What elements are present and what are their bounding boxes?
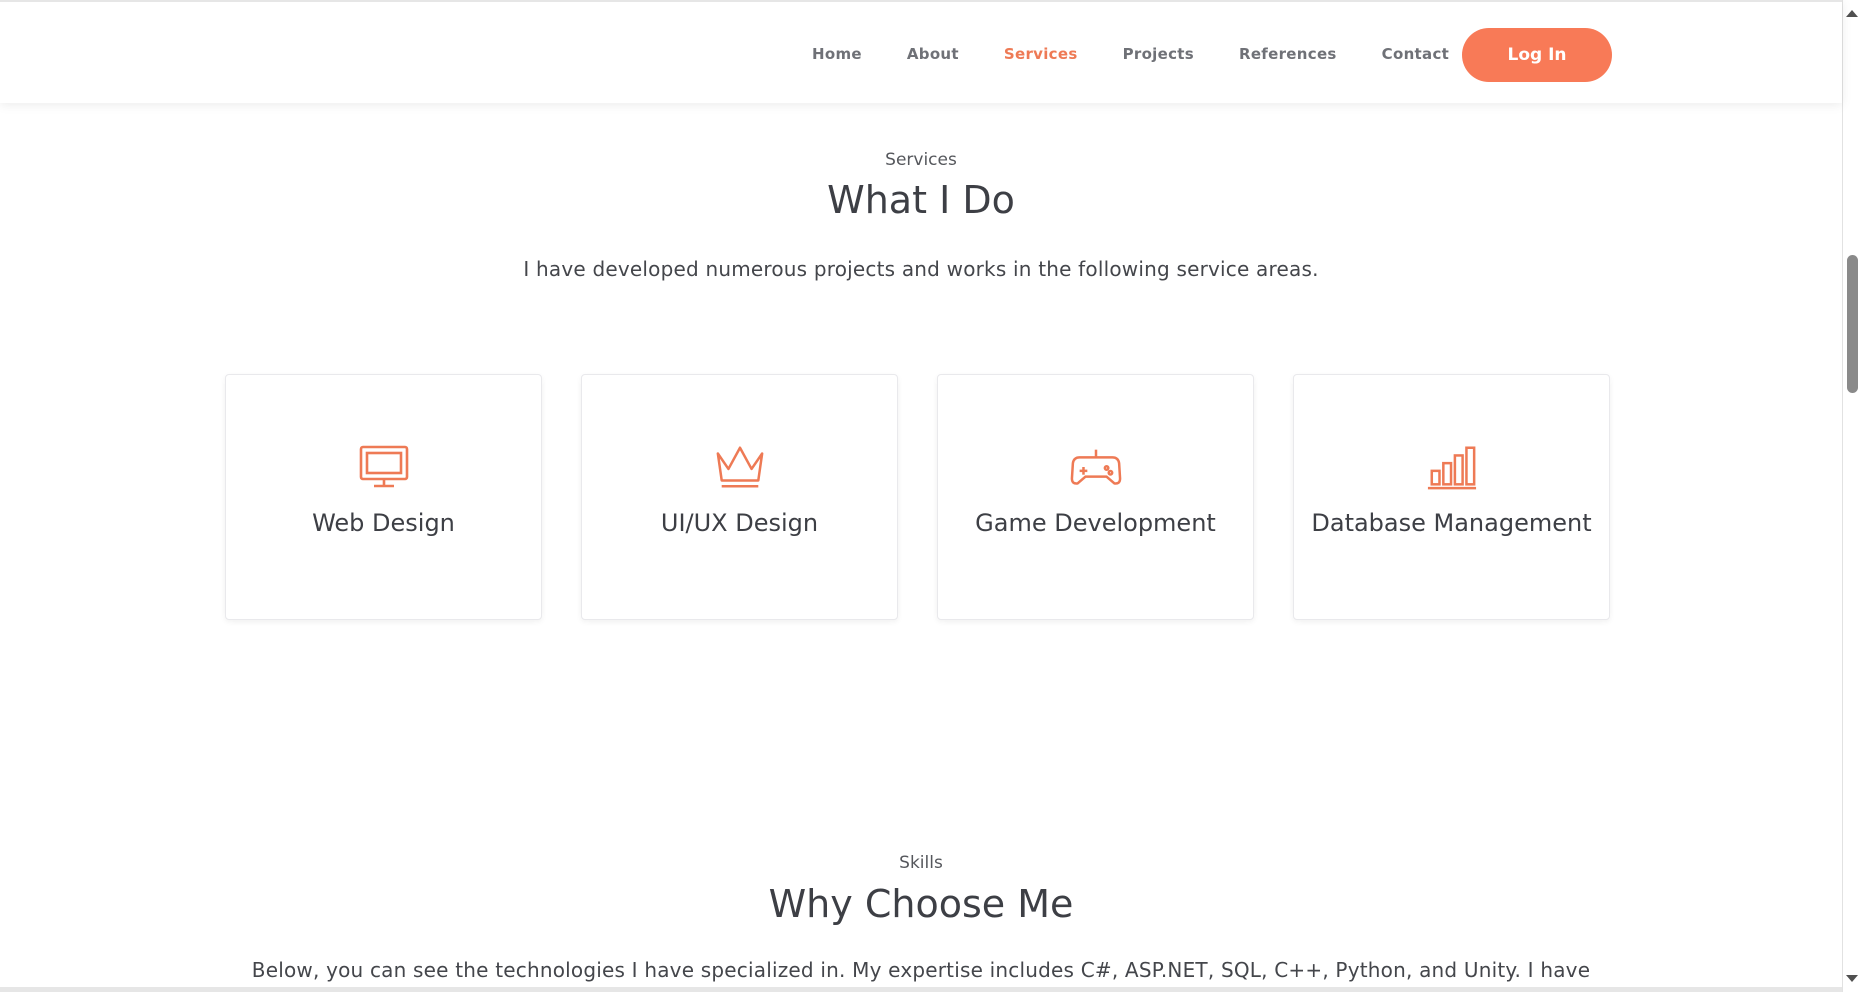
service-card-game-development[interactable]: Game Development xyxy=(937,374,1254,620)
scroll-thumb[interactable] xyxy=(1847,255,1858,393)
service-card-label: UI/UX Design xyxy=(660,509,819,537)
service-card-label: Database Management xyxy=(1311,509,1592,537)
bar-chart-icon xyxy=(1426,443,1478,491)
services-subtitle: Services xyxy=(885,150,957,170)
page: Home About Services Projects References … xyxy=(0,0,1862,992)
scroll-down-arrow-icon[interactable] xyxy=(1846,975,1858,982)
scroll-up-arrow-icon[interactable] xyxy=(1846,10,1858,17)
nav-home[interactable]: Home xyxy=(812,45,862,63)
login-button[interactable]: Log In xyxy=(1462,28,1612,82)
skills-description: Below, you can see the technologies I ha… xyxy=(251,958,1591,982)
services-description: I have developed numerous projects and w… xyxy=(523,257,1319,281)
skills-title: Why Choose Me xyxy=(768,882,1074,926)
monitor-icon xyxy=(358,443,410,491)
main-nav: Home About Services Projects References … xyxy=(812,2,1494,105)
service-card-ui-ux-design[interactable]: UI/UX Design xyxy=(581,374,898,620)
service-cards: Web Design UI/UX Design Game Development… xyxy=(225,374,1610,620)
service-card-web-design[interactable]: Web Design xyxy=(225,374,542,620)
services-title: What I Do xyxy=(827,178,1015,222)
nav-contact[interactable]: Contact xyxy=(1382,45,1449,63)
nav-about[interactable]: About xyxy=(907,45,959,63)
vertical-scrollbar[interactable] xyxy=(1842,0,1862,992)
skills-subtitle: Skills xyxy=(899,853,943,873)
site-header: Home About Services Projects References … xyxy=(0,0,1842,103)
nav-references[interactable]: References xyxy=(1239,45,1337,63)
nav-services[interactable]: Services xyxy=(1004,45,1078,63)
gamepad-icon xyxy=(1070,443,1122,491)
nav-projects[interactable]: Projects xyxy=(1123,45,1194,63)
service-card-label: Game Development xyxy=(975,509,1216,537)
bottom-border xyxy=(0,987,1842,992)
crown-icon xyxy=(714,443,766,491)
service-card-database-management[interactable]: Database Management xyxy=(1293,374,1610,620)
service-card-label: Web Design xyxy=(312,509,455,537)
